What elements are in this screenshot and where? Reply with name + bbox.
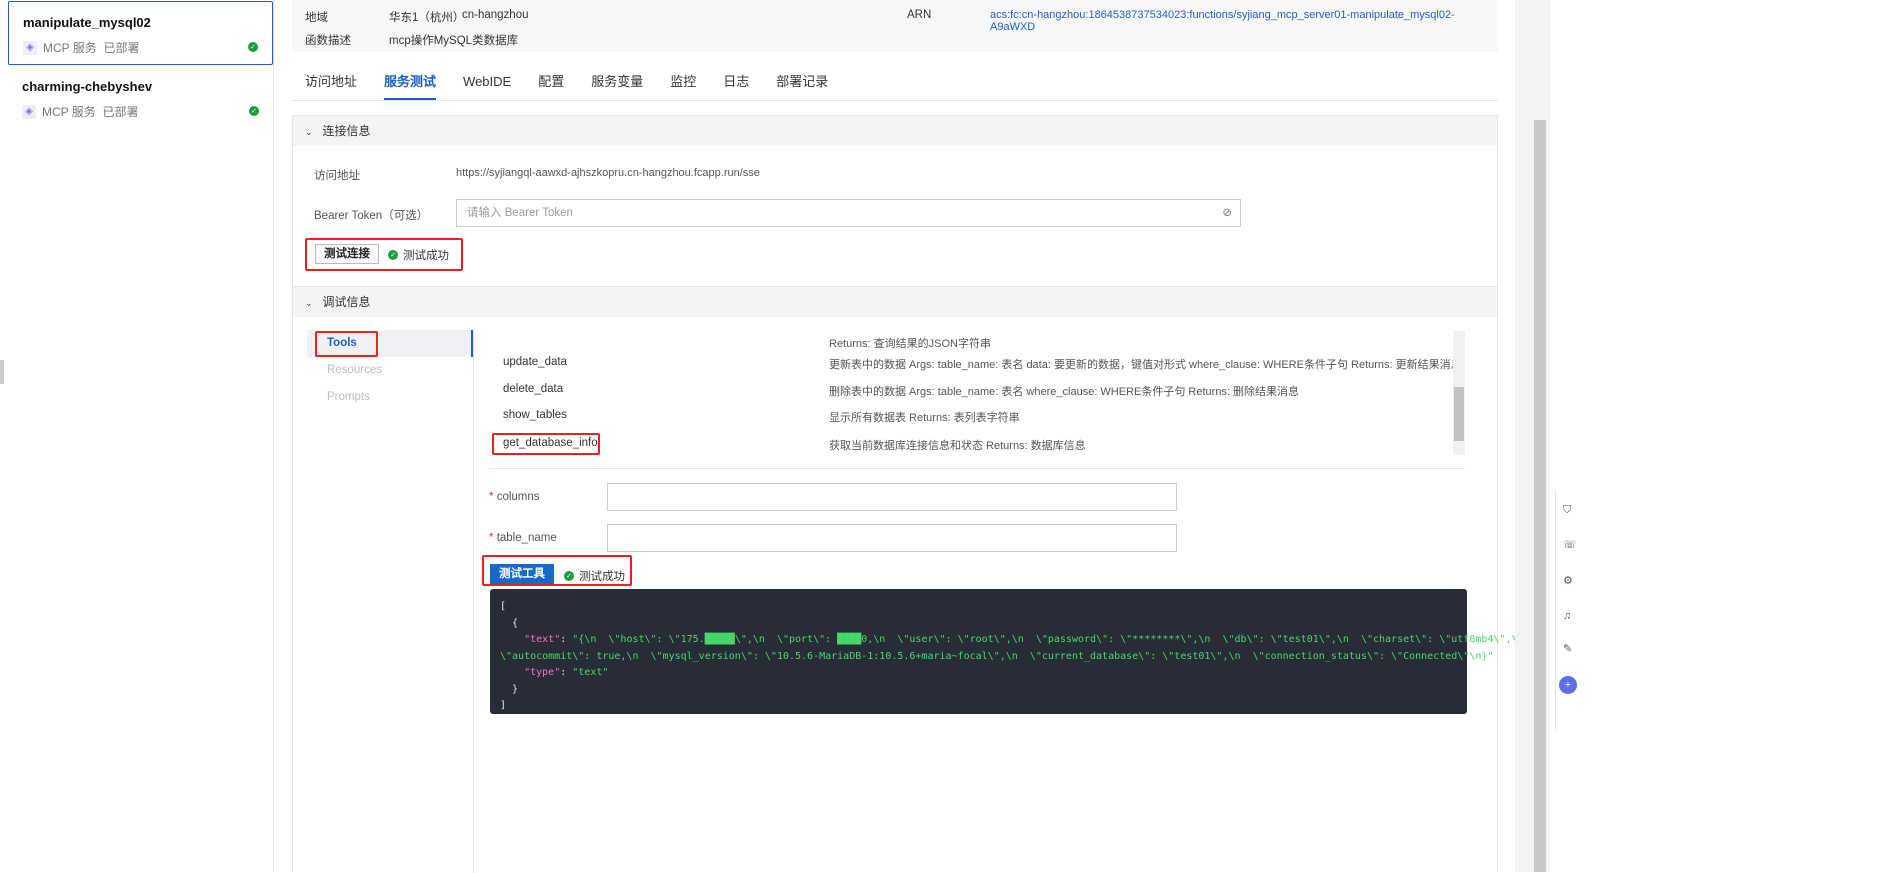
- tab-config[interactable]: 配置: [538, 64, 564, 100]
- service-name: manipulate_mysql02: [23, 15, 151, 30]
- service-card-charming-chebyshev[interactable]: charming-chebyshev ◈ MCP 服务 已部署 ✓: [8, 66, 273, 130]
- columns-input[interactable]: [607, 483, 1177, 511]
- chevron-down-icon: ⌄: [305, 127, 313, 137]
- check-circle-icon: ✓: [248, 42, 258, 52]
- token-label: Bearer Token（可选）: [314, 210, 429, 222]
- table-name-input[interactable]: [607, 524, 1177, 552]
- settings-icon[interactable]: ⚙: [1563, 574, 1573, 587]
- connection-section-header[interactable]: ⌄ 连接信息: [293, 116, 1497, 146]
- eye-off-icon[interactable]: ⊘: [1222, 200, 1232, 226]
- service-name: charming-chebyshev: [22, 79, 153, 94]
- tool-desc: 显示所有数据表 Returns: 表列表字符串: [829, 412, 1020, 424]
- service-type: MCP 服务: [42, 105, 96, 119]
- support-icon[interactable]: ☏: [1563, 538, 1577, 551]
- connection-section: ⌄ 连接信息 访问地址 https://syjiangql-aawxd-ajhsz…: [292, 115, 1498, 287]
- required-mark: *: [489, 491, 494, 503]
- tab-deploy-history[interactable]: 部署记录: [776, 64, 828, 100]
- service-status: 已部署: [103, 41, 140, 55]
- test-tool-button[interactable]: 测试工具: [490, 564, 554, 584]
- tools-scrollbar[interactable]: [1453, 331, 1465, 455]
- arn-label: ARN: [907, 9, 932, 21]
- debug-nav-resources[interactable]: Resources: [307, 357, 473, 384]
- check-circle-icon: ✓: [249, 106, 259, 116]
- cart-icon[interactable]: ⛉: [1563, 504, 1571, 517]
- edit-icon[interactable]: ✎: [1563, 642, 1572, 655]
- assistant-icon[interactable]: +: [1559, 676, 1577, 694]
- tool-output-json: [ { "text": "{\n \"host\": \"175.█████\"…: [490, 589, 1524, 714]
- table-name-label: table_name: [496, 532, 557, 544]
- service-type: MCP 服务: [43, 41, 97, 55]
- tab-logs[interactable]: 日志: [723, 64, 749, 100]
- mcp-icon: ◈: [23, 40, 37, 55]
- tool-delete-data[interactable]: delete_data: [503, 383, 563, 395]
- desc-value: mcp操作MySQL类数据库: [389, 35, 519, 47]
- right-toolbar: ⛉ ☏ ⚙ ♫ ✎ +: [1555, 490, 1579, 730]
- tool-test-result: 测试成功: [579, 571, 625, 583]
- mcp-icon: ◈: [22, 104, 36, 119]
- service-sidebar: manipulate_mysql02 ◈ MCP 服务 已部署 ✓ charmin…: [0, 0, 274, 872]
- tool-desc: Returns: 查询结果的JSON字符串: [829, 338, 991, 350]
- highlight-box: [315, 331, 378, 357]
- notification-icon[interactable]: ♫: [1563, 610, 1571, 622]
- required-mark: *: [489, 532, 494, 544]
- region-label: 地域: [305, 12, 328, 24]
- test-connection-button[interactable]: 测试连接: [315, 244, 379, 264]
- service-status: 已部署: [102, 105, 139, 119]
- tab-webide[interactable]: WebIDE: [463, 64, 511, 100]
- check-circle-icon: ✓: [388, 250, 398, 260]
- section-title: 调试信息: [322, 295, 371, 309]
- highlight-box: [492, 433, 600, 455]
- tab-bar: 访问地址 服务测试 WebIDE 配置 服务变量 监控 日志 部署记录: [292, 64, 1498, 101]
- debug-section-header[interactable]: ⌄ 调试信息: [293, 287, 1497, 317]
- columns-label: columns: [496, 491, 540, 503]
- sidebar-resize-handle[interactable]: [0, 360, 4, 384]
- bearer-token-input[interactable]: 请输入 Bearer Token ⊘: [456, 199, 1241, 227]
- chevron-down-icon: ⌄: [305, 298, 313, 308]
- tab-service-test[interactable]: 服务测试: [384, 64, 437, 100]
- tab-monitoring[interactable]: 监控: [670, 64, 696, 100]
- main-content: 地域 华东1（杭州） cn-hangzhou 函数描述 mcp操作MySQL类数…: [292, 0, 1524, 873]
- tool-show-tables[interactable]: show_tables: [503, 409, 567, 421]
- tool-desc: 更新表中的数据 Args: table_name: 表名 data: 要更新的数…: [829, 359, 1462, 371]
- token-placeholder: 请输入 Bearer Token: [467, 207, 573, 219]
- function-info: 地域 华东1（杭州） cn-hangzhou 函数描述 mcp操作MySQL类数…: [292, 0, 1498, 52]
- tool-update-data[interactable]: update_data: [503, 356, 567, 368]
- connection-test-result: 测试成功: [403, 250, 449, 262]
- tool-desc: 删除表中的数据 Args: table_name: 表名 where_claus…: [829, 386, 1300, 398]
- region-code: cn-hangzhou: [462, 9, 529, 21]
- url-label: 访问地址: [314, 170, 360, 182]
- arn-value[interactable]: acs:fc:cn-hangzhou:1864538737534023:func…: [990, 9, 1498, 33]
- tab-service-variables[interactable]: 服务变量: [591, 64, 643, 100]
- check-circle-icon: ✓: [564, 571, 574, 581]
- section-title: 连接信息: [322, 124, 371, 138]
- service-card-manipulate-mysql02[interactable]: manipulate_mysql02 ◈ MCP 服务 已部署 ✓: [8, 1, 273, 65]
- debug-nav-prompts[interactable]: Prompts: [307, 384, 473, 411]
- tool-desc: 获取当前数据库连接信息和状态 Returns: 数据库信息: [829, 440, 1086, 452]
- access-url-link[interactable]: https://syjiangql-aawxd-ajhszkopru.cn-ha…: [456, 167, 760, 179]
- desc-label: 函数描述: [305, 35, 351, 47]
- region-value: 华东1（杭州）: [389, 12, 465, 24]
- debug-section: ⌄ 调试信息 Tools Resources Prompts Returns: 查…: [292, 286, 1524, 873]
- tab-access-url[interactable]: 访问地址: [305, 64, 357, 100]
- page-scrollbar-thumb[interactable]: [1534, 120, 1546, 872]
